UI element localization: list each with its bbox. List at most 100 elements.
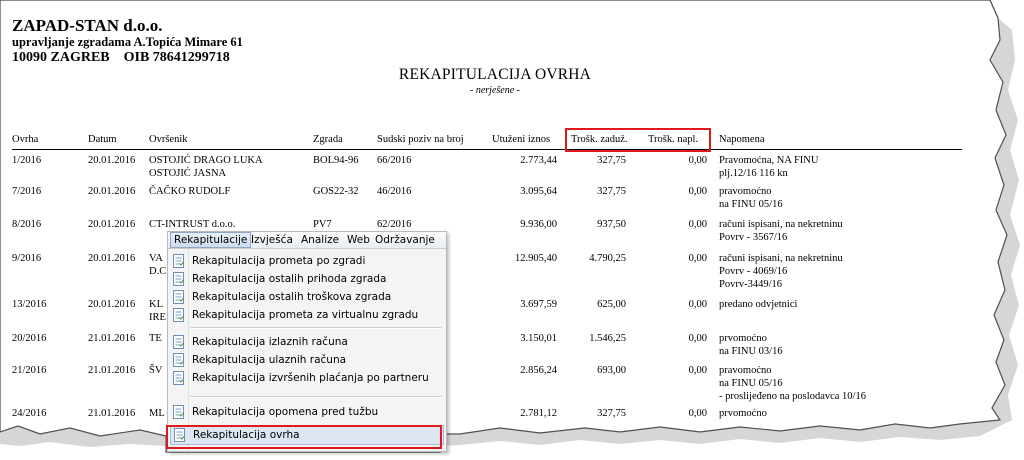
menu-analize[interactable]: Analize bbox=[298, 233, 342, 247]
screenshot: ZAPAD-STAN d.o.o. upravljanje zgradama A… bbox=[0, 0, 1024, 460]
cell-utuzeni: 12.905,40 bbox=[515, 253, 557, 264]
cell-ovrsenik: KL bbox=[149, 299, 163, 310]
report-subtitle: - nerješene - bbox=[470, 85, 520, 96]
company-name: ZAPAD-STAN d.o.o. bbox=[12, 16, 163, 35]
cell-zgrada: BOL94-96 bbox=[313, 155, 359, 166]
cell-ovrsenik-line2: IRE bbox=[149, 312, 166, 323]
cell-ovrsenik: CT-INTRUST d.o.o. bbox=[149, 219, 236, 230]
cell-ovrsenik-line2: OSTOJIĆ JASNA bbox=[149, 168, 227, 179]
cell-trosk-zaduz: 327,75 bbox=[597, 408, 626, 419]
cell-napomena: računi ispisani, na nekretninu bbox=[719, 253, 843, 264]
cell-datum: 20.01.2016 bbox=[88, 155, 136, 166]
cell-utuzeni: 3.697,59 bbox=[520, 299, 557, 310]
company-address: 10090 ZAGREB OIB 78641299718 bbox=[12, 50, 230, 65]
cell-trosk-zaduz: 693,00 bbox=[597, 365, 626, 376]
menu-item[interactable]: Rekapitulacija ostalih troškova zgrada bbox=[170, 288, 442, 306]
menu-bar: Rekapitulacije Izvješća Analize Web Održ… bbox=[168, 232, 446, 249]
menu-izvjesca[interactable]: Izvješća bbox=[248, 233, 296, 247]
cell-napomena: na FINU 03/16 bbox=[719, 346, 783, 357]
menu-item[interactable]: Rekapitulacija prometa po zgradi bbox=[170, 252, 442, 270]
menu-item[interactable]: Rekapitulacija izlaznih računa bbox=[170, 333, 442, 351]
menu-item-label: Rekapitulacija izlaznih računa bbox=[192, 336, 348, 348]
cell-sudski: 66/2016 bbox=[377, 155, 412, 166]
cell-napomena: na FINU 05/16 bbox=[719, 199, 783, 210]
cell-utuzeni: 3.095,64 bbox=[520, 186, 557, 197]
highlight-selected-menu-item bbox=[166, 425, 442, 449]
cell-napomena: Povrv - 3567/16 bbox=[719, 232, 788, 243]
column-header-datum: Datum bbox=[88, 134, 117, 145]
menu-item-label: Rekapitulacija ostalih prihoda zgrada bbox=[192, 273, 387, 285]
cell-napomena: - proslijeđeno na poslodavca 10/16 bbox=[719, 391, 866, 402]
cell-utuzeni: 9.936,00 bbox=[520, 219, 557, 230]
menu-item-label: Rekapitulacija izvršenih plaćanja po par… bbox=[192, 372, 429, 384]
menu-web[interactable]: Web bbox=[344, 233, 373, 247]
cell-zgrada: PV7 bbox=[313, 219, 332, 230]
menu-odrzavanje[interactable]: Održavanje bbox=[372, 233, 438, 247]
cell-ovrha: 21/2016 bbox=[12, 365, 47, 376]
cell-ovrha: 24/2016 bbox=[12, 408, 47, 419]
report-document-icon bbox=[173, 308, 184, 322]
cell-trosk-napl: 0,00 bbox=[688, 186, 707, 197]
cell-ovrha: 20/2016 bbox=[12, 333, 47, 344]
cell-napomena: na FINU 05/16 bbox=[719, 378, 783, 389]
cell-ovrsenik: ŠV bbox=[149, 365, 163, 376]
cell-ovrsenik: OSTOJIĆ DRAGO LUKA bbox=[149, 155, 263, 166]
cell-trosk-zaduz: 625,00 bbox=[597, 299, 626, 310]
cell-datum: 21.01.2016 bbox=[88, 333, 136, 344]
menu-item[interactable]: Rekapitulacija ulaznih računa bbox=[170, 351, 442, 369]
report-title: REKAPITULACIJA OVRHA bbox=[398, 66, 592, 83]
cell-ovrha: 13/2016 bbox=[12, 299, 47, 310]
menu-separator bbox=[190, 396, 442, 398]
report-document-icon bbox=[173, 371, 184, 385]
report-document-icon bbox=[173, 290, 184, 304]
column-header-ovrsenik: Ovršenik bbox=[149, 134, 188, 145]
column-header-utuzeni: Utuženi iznos bbox=[492, 134, 551, 145]
header-divider bbox=[12, 149, 962, 150]
cell-utuzeni: 2.856,24 bbox=[520, 365, 557, 376]
menu-item[interactable]: Rekapitulacija izvršenih plaćanja po par… bbox=[170, 369, 442, 387]
context-menu: Rekapitulacije Izvješća Analize Web Održ… bbox=[167, 231, 447, 452]
report-document-icon bbox=[173, 335, 184, 349]
cell-napomena: Povrv - 4069/16 bbox=[719, 266, 788, 277]
menu-rekapitulacije[interactable]: Rekapitulacije bbox=[170, 232, 252, 248]
cell-trosk-napl: 0,00 bbox=[688, 253, 707, 264]
report-document-icon bbox=[173, 353, 184, 367]
report-document-icon bbox=[173, 405, 184, 419]
cell-datum: 20.01.2016 bbox=[88, 219, 136, 230]
cell-napomena: predano odvjetnici bbox=[719, 299, 798, 310]
cell-napomena: plj.12/16 116 kn bbox=[719, 168, 788, 179]
cell-ovrha: 1/2016 bbox=[12, 155, 42, 166]
report-document-icon bbox=[173, 254, 184, 268]
company-subtitle: upravljanje zgradama A.Topića Mimare 61 bbox=[12, 35, 243, 49]
menu-item[interactable]: Rekapitulacija prometa za virtualnu zgra… bbox=[170, 306, 442, 324]
cell-trosk-zaduz: 4.790,25 bbox=[589, 253, 626, 264]
cell-ovrha: 9/2016 bbox=[12, 253, 42, 264]
highlight-cost-columns bbox=[565, 128, 711, 152]
column-header-zgrada: Zgrada bbox=[313, 134, 343, 145]
menu-separator bbox=[190, 327, 442, 329]
cell-napomena: pravomoćno bbox=[719, 365, 772, 376]
menu-item[interactable]: Rekapitulacija ostalih prihoda zgrada bbox=[170, 270, 442, 288]
cell-ovrsenik-line2: D.C bbox=[149, 266, 167, 277]
menu-item-label: Rekapitulacija ostalih troškova zgrada bbox=[192, 291, 392, 303]
cell-datum: 20.01.2016 bbox=[88, 299, 136, 310]
cell-trosk-napl: 0,00 bbox=[688, 365, 707, 376]
cell-napomena: Pravomoćna, NA FINU bbox=[719, 155, 819, 166]
cell-napomena: prvomoćno bbox=[719, 333, 767, 344]
cell-napomena: računi ispisani, na nekretninu bbox=[719, 219, 843, 230]
cell-utuzeni: 2.781,12 bbox=[520, 408, 557, 419]
cell-trosk-napl: 0,00 bbox=[688, 219, 707, 230]
cell-trosk-napl: 0,00 bbox=[688, 299, 707, 310]
cell-trosk-zaduz: 327,75 bbox=[597, 155, 626, 166]
cell-trosk-zaduz: 1.546,25 bbox=[589, 333, 626, 344]
cell-trosk-napl: 0,00 bbox=[688, 155, 707, 166]
menu-item[interactable]: Rekapitulacija opomena pred tužbu bbox=[170, 403, 442, 421]
menu-item-label: Rekapitulacija prometa za virtualnu zgra… bbox=[192, 309, 419, 321]
cell-utuzeni: 2.773,44 bbox=[520, 155, 557, 166]
cell-ovrsenik: TE bbox=[149, 333, 162, 344]
cell-sudski: 62/2016 bbox=[377, 219, 412, 230]
cell-datum: 21.01.2016 bbox=[88, 408, 136, 419]
cell-utuzeni: 3.150,01 bbox=[520, 333, 557, 344]
cell-sudski: 46/2016 bbox=[377, 186, 412, 197]
cell-ovrsenik: ČAČKO RUDOLF bbox=[149, 186, 231, 197]
